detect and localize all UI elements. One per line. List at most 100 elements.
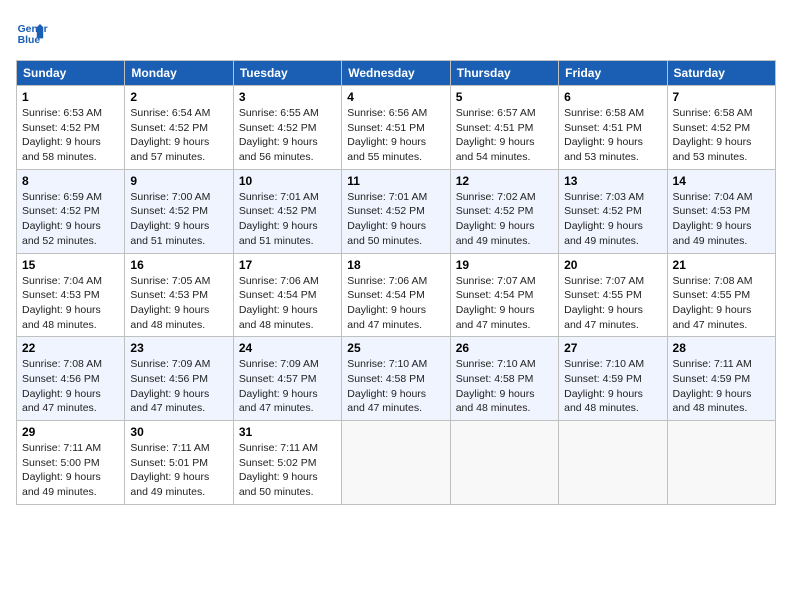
day-header-monday: Monday: [125, 61, 233, 86]
day-number: 21: [673, 258, 770, 272]
day-number: 9: [130, 174, 227, 188]
day-detail: Sunrise: 6:59 AMSunset: 4:52 PMDaylight:…: [22, 190, 119, 249]
calendar-cell: 7 Sunrise: 6:58 AMSunset: 4:52 PMDaylight…: [667, 86, 775, 170]
day-header-thursday: Thursday: [450, 61, 558, 86]
calendar-cell: 12Sunrise: 7:02 AMSunset: 4:52 PMDayligh…: [450, 169, 558, 253]
day-number: 24: [239, 341, 336, 355]
page-header: General Blue: [16, 16, 776, 48]
day-number: 20: [564, 258, 661, 272]
calendar-cell: [559, 421, 667, 505]
calendar-cell: 18 Sunrise: 7:06 AMSunset: 4:54 PMDayligh…: [342, 253, 450, 337]
day-number: 2: [130, 90, 227, 104]
calendar-cell: 21 Sunrise: 7:08 AMSunset: 4:55 PMDayligh…: [667, 253, 775, 337]
day-header-sunday: Sunday: [17, 61, 125, 86]
day-number: 23: [130, 341, 227, 355]
day-detail: Sunrise: 7:06 AMSunset: 4:54 PMDaylight:…: [239, 274, 336, 333]
day-detail: Sunrise: 7:11 AMSunset: 5:00 PMDaylight:…: [22, 441, 119, 500]
calendar-cell: 4 Sunrise: 6:56 AMSunset: 4:51 PMDaylight…: [342, 86, 450, 170]
day-number: 7: [673, 90, 770, 104]
calendar-week-row: 8 Sunrise: 6:59 AMSunset: 4:52 PMDaylight…: [17, 169, 776, 253]
calendar-cell: 27 Sunrise: 7:10 AMSunset: 4:59 PMDayligh…: [559, 337, 667, 421]
day-number: 22: [22, 341, 119, 355]
day-number: 16: [130, 258, 227, 272]
day-detail: Sunrise: 7:08 AMSunset: 4:55 PMDaylight:…: [673, 274, 770, 333]
calendar-header-row: SundayMondayTuesdayWednesdayThursdayFrid…: [17, 61, 776, 86]
day-detail: Sunrise: 6:58 AMSunset: 4:52 PMDaylight:…: [673, 106, 770, 165]
day-number: 18: [347, 258, 444, 272]
day-number: 14: [673, 174, 770, 188]
day-number: 5: [456, 90, 553, 104]
day-number: 15: [22, 258, 119, 272]
day-detail: Sunrise: 7:08 AMSunset: 4:56 PMDaylight:…: [22, 357, 119, 416]
day-number: 31: [239, 425, 336, 439]
calendar-cell: 25 Sunrise: 7:10 AMSunset: 4:58 PMDayligh…: [342, 337, 450, 421]
day-detail: Sunrise: 7:11 AMSunset: 4:59 PMDaylight:…: [673, 357, 770, 416]
svg-text:General: General: [18, 24, 48, 35]
day-detail: Sunrise: 7:01 AMSunset: 4:52 PMDaylight:…: [239, 190, 336, 249]
calendar-cell: 20 Sunrise: 7:07 AMSunset: 4:55 PMDayligh…: [559, 253, 667, 337]
day-detail: Sunrise: 7:06 AMSunset: 4:54 PMDaylight:…: [347, 274, 444, 333]
day-detail: Sunrise: 7:11 AMSunset: 5:01 PMDaylight:…: [130, 441, 227, 500]
calendar-cell: 11Sunrise: 7:01 AMSunset: 4:52 PMDayligh…: [342, 169, 450, 253]
calendar-cell: 23Sunrise: 7:09 AMSunset: 4:56 PMDayligh…: [125, 337, 233, 421]
logo-icon: General Blue: [16, 16, 48, 48]
day-detail: Sunrise: 7:03 AMSunset: 4:52 PMDaylight:…: [564, 190, 661, 249]
day-detail: Sunrise: 7:10 AMSunset: 4:58 PMDaylight:…: [347, 357, 444, 416]
day-number: 17: [239, 258, 336, 272]
calendar-cell: 16 Sunrise: 7:05 AMSunset: 4:53 PMDayligh…: [125, 253, 233, 337]
calendar-cell: 30 Sunrise: 7:11 AMSunset: 5:01 PMDayligh…: [125, 421, 233, 505]
day-detail: Sunrise: 6:58 AMSunset: 4:51 PMDaylight:…: [564, 106, 661, 165]
day-number: 26: [456, 341, 553, 355]
day-detail: Sunrise: 7:00 AMSunset: 4:52 PMDaylight:…: [130, 190, 227, 249]
calendar-cell: [450, 421, 558, 505]
calendar-cell: 3 Sunrise: 6:55 AMSunset: 4:52 PMDaylight…: [233, 86, 341, 170]
day-number: 4: [347, 90, 444, 104]
logo: General Blue: [16, 16, 48, 48]
day-number: 28: [673, 341, 770, 355]
day-number: 10: [239, 174, 336, 188]
calendar-cell: 15Sunrise: 7:04 AMSunset: 4:53 PMDayligh…: [17, 253, 125, 337]
calendar-cell: 31 Sunrise: 7:11 AMSunset: 5:02 PMDayligh…: [233, 421, 341, 505]
day-detail: Sunrise: 7:10 AMSunset: 4:58 PMDaylight:…: [456, 357, 553, 416]
calendar-cell: 26 Sunrise: 7:10 AMSunset: 4:58 PMDayligh…: [450, 337, 558, 421]
calendar-cell: 13 Sunrise: 7:03 AMSunset: 4:52 PMDayligh…: [559, 169, 667, 253]
day-number: 8: [22, 174, 119, 188]
day-detail: Sunrise: 7:11 AMSunset: 5:02 PMDaylight:…: [239, 441, 336, 500]
day-header-friday: Friday: [559, 61, 667, 86]
day-header-wednesday: Wednesday: [342, 61, 450, 86]
day-detail: Sunrise: 7:05 AMSunset: 4:53 PMDaylight:…: [130, 274, 227, 333]
calendar-week-row: 15Sunrise: 7:04 AMSunset: 4:53 PMDayligh…: [17, 253, 776, 337]
day-detail: Sunrise: 7:07 AMSunset: 4:54 PMDaylight:…: [456, 274, 553, 333]
calendar-cell: 14 Sunrise: 7:04 AMSunset: 4:53 PMDayligh…: [667, 169, 775, 253]
calendar-week-row: 29 Sunrise: 7:11 AMSunset: 5:00 PMDayligh…: [17, 421, 776, 505]
day-detail: Sunrise: 6:55 AMSunset: 4:52 PMDaylight:…: [239, 106, 336, 165]
calendar-cell: 8 Sunrise: 6:59 AMSunset: 4:52 PMDaylight…: [17, 169, 125, 253]
day-detail: Sunrise: 7:01 AMSunset: 4:52 PMDaylight:…: [347, 190, 444, 249]
day-detail: Sunrise: 6:57 AMSunset: 4:51 PMDaylight:…: [456, 106, 553, 165]
day-detail: Sunrise: 7:04 AMSunset: 4:53 PMDaylight:…: [673, 190, 770, 249]
day-number: 12: [456, 174, 553, 188]
day-number: 30: [130, 425, 227, 439]
calendar-cell: 17 Sunrise: 7:06 AMSunset: 4:54 PMDayligh…: [233, 253, 341, 337]
day-number: 25: [347, 341, 444, 355]
calendar-table: SundayMondayTuesdayWednesdayThursdayFrid…: [16, 60, 776, 505]
day-detail: Sunrise: 7:07 AMSunset: 4:55 PMDaylight:…: [564, 274, 661, 333]
calendar-week-row: 22 Sunrise: 7:08 AMSunset: 4:56 PMDayligh…: [17, 337, 776, 421]
calendar-cell: 5 Sunrise: 6:57 AMSunset: 4:51 PMDaylight…: [450, 86, 558, 170]
calendar-cell: 10 Sunrise: 7:01 AMSunset: 4:52 PMDayligh…: [233, 169, 341, 253]
day-number: 29: [22, 425, 119, 439]
day-number: 13: [564, 174, 661, 188]
day-detail: Sunrise: 7:10 AMSunset: 4:59 PMDaylight:…: [564, 357, 661, 416]
day-number: 27: [564, 341, 661, 355]
calendar-cell: 6Sunrise: 6:58 AMSunset: 4:51 PMDaylight…: [559, 86, 667, 170]
calendar-cell: 2Sunrise: 6:54 AMSunset: 4:52 PMDaylight…: [125, 86, 233, 170]
calendar-cell: 1Sunrise: 6:53 AMSunset: 4:52 PMDaylight…: [17, 86, 125, 170]
calendar-cell: 22 Sunrise: 7:08 AMSunset: 4:56 PMDayligh…: [17, 337, 125, 421]
day-number: 19: [456, 258, 553, 272]
calendar-cell: [342, 421, 450, 505]
calendar-cell: 28 Sunrise: 7:11 AMSunset: 4:59 PMDayligh…: [667, 337, 775, 421]
calendar-cell: 9 Sunrise: 7:00 AMSunset: 4:52 PMDaylight…: [125, 169, 233, 253]
day-header-saturday: Saturday: [667, 61, 775, 86]
day-number: 3: [239, 90, 336, 104]
day-detail: Sunrise: 6:56 AMSunset: 4:51 PMDaylight:…: [347, 106, 444, 165]
